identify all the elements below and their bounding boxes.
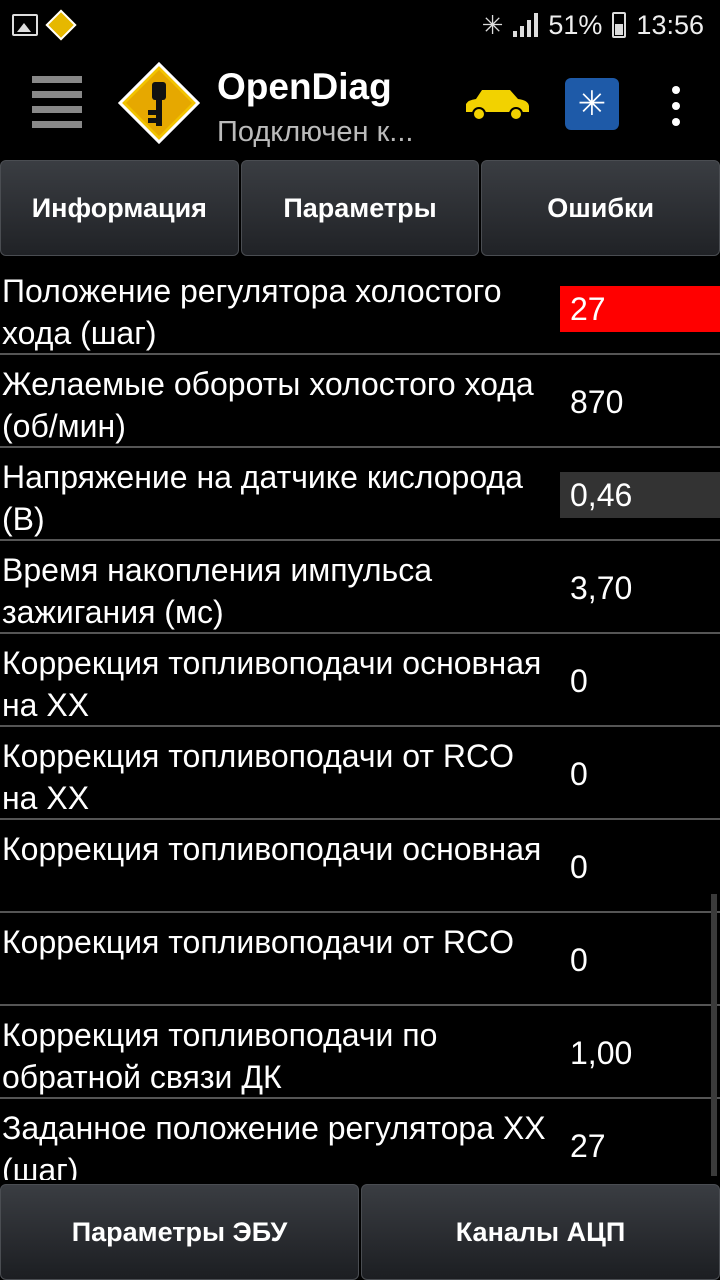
status-bar: ✳ 51% 13:56 (0, 0, 720, 50)
parameter-name: Желаемые обороты холостого хода (об/мин) (2, 366, 534, 444)
bottom-bar: Параметры ЭБУ Каналы АЦП (0, 1184, 720, 1280)
tab-bar: Информация Параметры Ошибки (0, 160, 720, 256)
battery-percent: 51% (548, 9, 603, 40)
parameter-row[interactable]: Коррекция топливоподачи основная на ХХ 0 (0, 634, 720, 727)
parameter-row[interactable]: Коррекция топливоподачи от RCO 0 (0, 913, 720, 1006)
parameter-row[interactable]: Коррекция топливоподачи основная 0 (0, 820, 720, 913)
parameter-value: 3,70 (570, 570, 633, 606)
signal-icon (513, 13, 539, 37)
app-title: OpenDiag (217, 66, 392, 107)
parameter-name: Коррекция топливоподачи по обратной связ… (2, 1017, 438, 1095)
parameter-value: 0 (570, 942, 588, 978)
adc-channels-button[interactable]: Каналы АЦП (361, 1184, 720, 1280)
parameter-row[interactable]: Заданное положение регулятора ХХ (шаг) 2… (0, 1099, 720, 1180)
tab-errors[interactable]: Ошибки (481, 160, 720, 256)
menu-icon[interactable] (32, 76, 82, 128)
parameter-name: Коррекция топливоподачи основная на ХХ (2, 645, 542, 723)
parameter-name: Коррекция топливоподачи от RCO на ХХ (2, 738, 515, 816)
parameter-value: 27 (570, 1128, 606, 1164)
parameter-name: Коррекция топливоподачи от RCO (2, 924, 515, 960)
parameter-value: 27 (560, 286, 720, 332)
overflow-menu-icon[interactable] (670, 86, 682, 126)
bluetooth-ecu-icon[interactable]: ✳ (565, 78, 619, 130)
parameter-value: 0 (570, 849, 588, 885)
parameter-row[interactable]: Время накопления импульса зажигания (мс)… (0, 541, 720, 634)
connection-status: Подключен к... (217, 116, 414, 148)
bluetooth-icon: ✳ (481, 9, 504, 40)
opendiag-key-logo (118, 62, 200, 144)
parameter-value: 0 (570, 756, 588, 792)
parameter-name: Коррекция топливоподачи основная (2, 831, 542, 867)
parameter-name: Время накопления импульса зажигания (мс) (2, 552, 432, 630)
clock: 13:56 (636, 9, 704, 40)
parameter-value: 1,00 (570, 1035, 633, 1071)
parameter-value: 870 (570, 384, 624, 420)
parameter-value: 0 (570, 663, 588, 699)
opendiag-notification-icon (45, 9, 77, 41)
ecu-parameters-button[interactable]: Параметры ЭБУ (0, 1184, 359, 1280)
tab-parameters[interactable]: Параметры (240, 160, 480, 256)
parameter-row[interactable]: Коррекция топливоподачи по обратной связ… (0, 1006, 720, 1099)
car-icon[interactable] (462, 86, 532, 122)
parameter-name: Напряжение на датчике кислорода (В) (2, 459, 523, 537)
battery-icon (612, 12, 627, 38)
image-icon (12, 14, 38, 36)
parameter-name: Заданное положение регулятора ХХ (шаг) (2, 1110, 546, 1180)
parameter-value: 0,46 (560, 472, 720, 518)
parameter-row[interactable]: Положение регулятора холостого хода (шаг… (0, 262, 720, 355)
list-scrollbar[interactable] (711, 894, 717, 1176)
parameter-name: Положение регулятора холостого хода (шаг… (2, 273, 502, 351)
tab-information[interactable]: Информация (0, 160, 239, 256)
parameter-row[interactable]: Напряжение на датчике кислорода (В) 0,46 (0, 448, 720, 541)
parameter-list[interactable]: Положение регулятора холостого хода (шаг… (0, 262, 720, 1180)
parameter-row[interactable]: Коррекция топливоподачи от RCO на ХХ 0 (0, 727, 720, 820)
parameter-row[interactable]: Желаемые обороты холостого хода (об/мин)… (0, 355, 720, 448)
app-bar: OpenDiag Подключен к... ✳ (0, 50, 720, 158)
